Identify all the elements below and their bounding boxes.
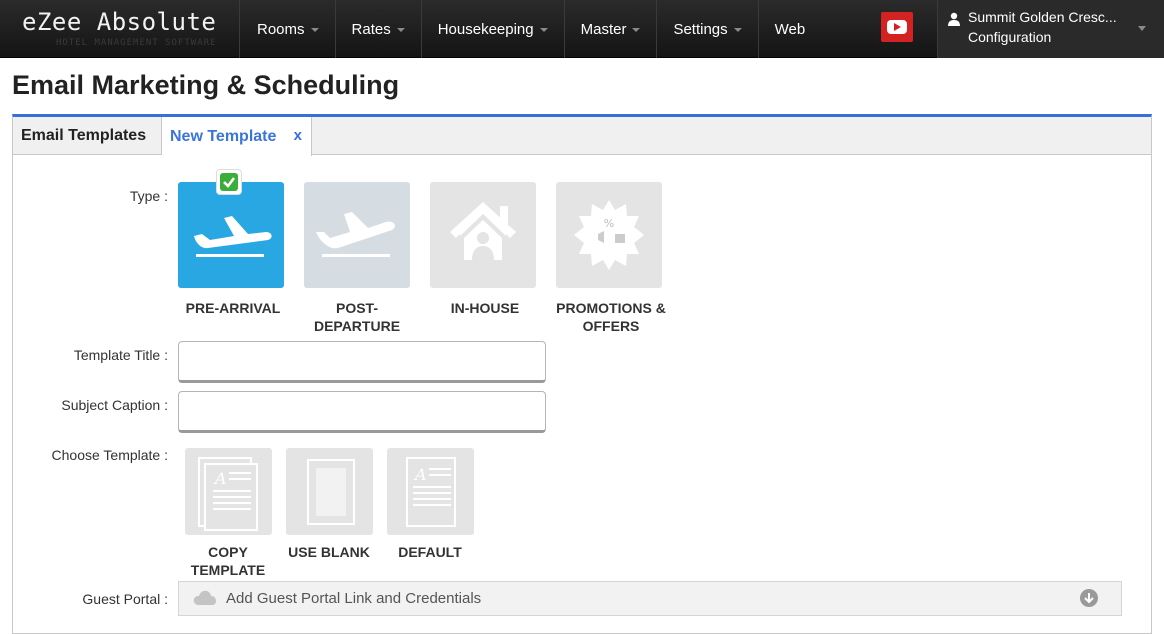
type-caption-in-house: IN-HOUSE <box>450 300 520 316</box>
promotion-badge-icon: % <box>574 200 644 270</box>
type-caption-promotions: PROMOTIONS & OFFERS <box>556 300 666 334</box>
tab-new-template-label: New Template <box>170 127 277 145</box>
nav-settings-label: Settings <box>673 20 728 38</box>
copy-template-caption: COPY TEMPLATE <box>190 544 266 578</box>
type-tile-in-house[interactable] <box>430 182 536 288</box>
nav-housekeeping[interactable]: Housekeeping <box>422 0 565 58</box>
nav-housekeeping-label: Housekeeping <box>437 20 534 38</box>
tab-email-templates[interactable]: Email Templates <box>13 117 162 155</box>
guest-portal-text: Add Guest Portal Link and Credentials <box>226 590 482 607</box>
user-name: Summit Golden Cresc... <box>968 9 1117 25</box>
nav-settings[interactable]: Settings <box>657 0 759 58</box>
type-label: Type : <box>129 188 168 204</box>
choose-template-label: Choose Template : <box>51 447 168 463</box>
nav-rooms[interactable]: Rooms <box>241 0 336 58</box>
main-nav: Rooms Rates Housekeeping Master Settings… <box>241 0 821 58</box>
tab-new-template[interactable]: New Template x <box>162 117 312 156</box>
nav-rates[interactable]: Rates <box>336 0 422 58</box>
nav-rooms-label: Rooms <box>257 20 305 38</box>
type-tile-pre-arrival[interactable] <box>178 182 284 288</box>
subject-caption-label: Subject Caption : <box>61 397 168 413</box>
nav-web-label: Web <box>774 20 806 38</box>
user-icon <box>948 12 960 26</box>
template-title-label: Template Title : <box>73 347 168 363</box>
cloud-icon <box>193 590 216 605</box>
default-document-icon: A <box>406 457 456 527</box>
close-icon[interactable]: x <box>294 127 302 144</box>
app-logo-subtext: HOTEL MANAGEMENT SOFTWARE <box>56 38 217 48</box>
user-role: Configuration <box>968 29 1052 45</box>
use-blank-tile[interactable] <box>286 448 373 535</box>
chevron-down-icon <box>733 28 742 32</box>
nav-master[interactable]: Master <box>565 0 658 58</box>
tab-bar: Email Templates New Template x <box>13 117 1151 156</box>
youtube-icon[interactable] <box>881 12 913 42</box>
subject-caption-input[interactable] <box>178 391 546 433</box>
blank-document-icon <box>307 459 355 525</box>
nav-web[interactable]: Web <box>759 0 822 58</box>
chevron-down-icon <box>1138 26 1146 31</box>
template-title-input[interactable] <box>178 341 546 383</box>
default-template-caption: DEFAULT <box>398 544 462 560</box>
default-template-tile[interactable]: A <box>387 448 474 535</box>
nav-master-label: Master <box>580 20 627 38</box>
type-caption-pre-arrival: PRE-ARRIVAL <box>185 300 281 316</box>
page-title: Email Marketing & Scheduling <box>12 70 400 100</box>
chevron-down-icon <box>310 28 319 32</box>
arrow-down-circle-icon <box>1080 589 1098 607</box>
chevron-down-icon <box>632 28 641 32</box>
selected-check-icon <box>217 170 241 194</box>
copy-template-tile[interactable]: A <box>185 448 272 535</box>
chevron-down-icon <box>396 28 405 32</box>
top-navbar: eZee Absolute HOTEL MANAGEMENT SOFTWARE … <box>0 0 1164 58</box>
tab-email-templates-label: Email Templates <box>21 127 147 144</box>
house-icon <box>450 202 516 262</box>
guest-portal-label: Guest Portal : <box>82 591 168 607</box>
type-caption-post-departure: POST- DEPARTURE <box>313 300 401 334</box>
chevron-down-icon <box>539 28 548 32</box>
copy-document-icon: A <box>198 457 258 531</box>
use-blank-caption: USE BLANK <box>288 544 370 560</box>
user-menu[interactable]: Summit Golden Cresc... Configuration <box>937 0 1164 58</box>
airplane-landing-icon <box>194 216 272 257</box>
airplane-takeoff-icon <box>316 212 395 257</box>
svg-text:%: % <box>604 217 614 230</box>
type-tile-post-departure[interactable] <box>304 182 410 288</box>
svg-text:A: A <box>213 469 227 488</box>
app-logo-text: eZee Absolute <box>22 8 217 36</box>
svg-text:A: A <box>413 465 427 484</box>
guest-portal-accordion[interactable]: Add Guest Portal Link and Credentials <box>178 581 1122 616</box>
app-logo[interactable]: eZee Absolute HOTEL MANAGEMENT SOFTWARE <box>0 0 240 58</box>
type-tile-promotions[interactable]: % <box>556 182 662 288</box>
nav-rates-label: Rates <box>351 20 391 38</box>
